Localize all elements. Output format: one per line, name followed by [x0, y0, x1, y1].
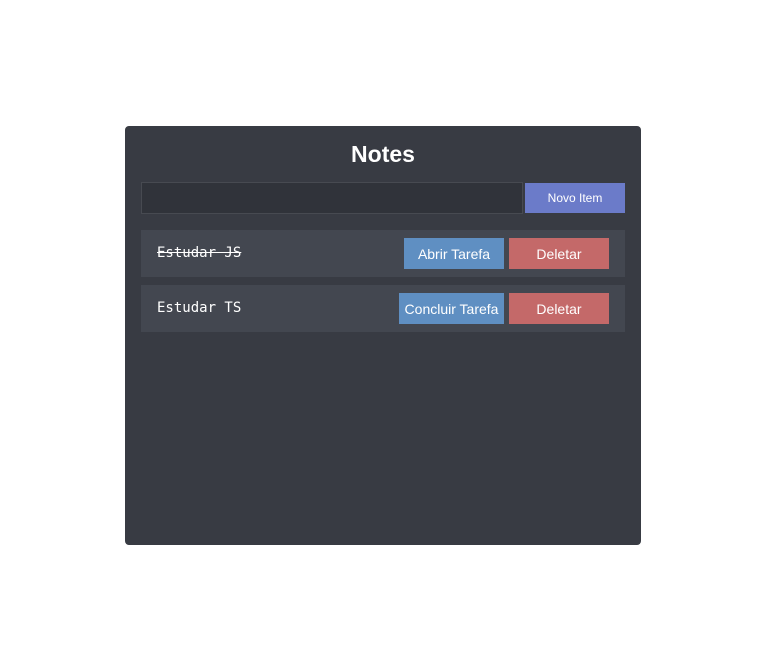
list-item: Estudar JS Abrir Tarefa Deletar — [141, 230, 625, 277]
complete-task-button[interactable]: Concluir Tarefa — [399, 293, 504, 324]
delete-button[interactable]: Deletar — [509, 293, 609, 324]
reopen-task-button[interactable]: Abrir Tarefa — [404, 238, 504, 269]
item-text: Estudar JS — [157, 245, 242, 261]
page-title: Notes — [351, 141, 415, 167]
delete-button[interactable]: Deletar — [509, 238, 609, 269]
item-text: Estudar TS — [157, 300, 242, 316]
new-item-button[interactable]: Novo Item — [525, 183, 625, 213]
new-item-input[interactable] — [141, 182, 523, 214]
notes-panel: Notes Novo Item Estudar JS Abrir Tarefa … — [125, 126, 641, 545]
notes-list: Estudar JS Abrir Tarefa Deletar Estudar … — [141, 230, 625, 340]
list-item: Estudar TS Concluir Tarefa Deletar — [141, 285, 625, 332]
